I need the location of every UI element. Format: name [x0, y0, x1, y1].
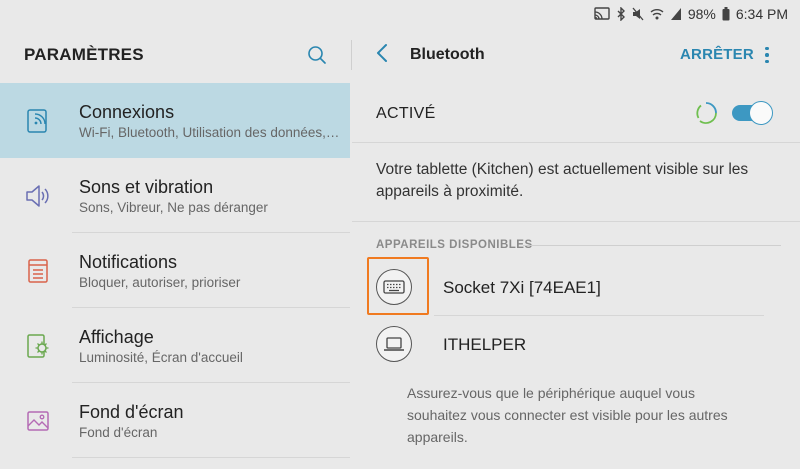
header-rule — [523, 245, 781, 246]
settings-menu: Connexions Wi-Fi, Bluetooth, Utilisation… — [0, 83, 350, 458]
scanning-spinner-icon — [694, 101, 718, 125]
search-icon — [307, 45, 327, 70]
more-dot — [765, 59, 769, 64]
menu-item-affichage[interactable]: Affichage Luminosité, Écran d'accueil — [0, 308, 350, 383]
menu-item-subtitle: Fond d'écran — [79, 425, 158, 440]
available-devices-header: APPAREILS DISPONIBLES — [376, 239, 533, 251]
stop-button[interactable]: ARRÊTER — [680, 46, 754, 63]
menu-item-subtitle: Sons, Vibreur, Ne pas déranger — [79, 200, 268, 215]
speaker-icon — [24, 182, 52, 210]
menu-divider — [72, 457, 350, 458]
bluetooth-status-icon — [616, 7, 626, 21]
settings-header: PARAMÈTRES — [0, 28, 350, 82]
page-title: PARAMÈTRES — [24, 45, 144, 64]
menu-item-title: Notifications — [79, 252, 178, 272]
menu-item-subtitle: Wi-Fi, Bluetooth, Utilisation des donnée… — [79, 125, 341, 140]
menu-item-title: Connexions — [79, 102, 175, 122]
clock: 6:34 PM — [735, 6, 788, 22]
notifications-icon — [24, 257, 52, 285]
signal-icon — [670, 7, 682, 21]
section-divider — [352, 221, 800, 222]
selection-highlight — [367, 257, 429, 315]
menu-item-fond-ecran[interactable]: Fond d'écran Fond d'écran — [0, 383, 350, 458]
device-item-ithelper[interactable]: ITHELPER — [352, 316, 800, 372]
menu-item-sons[interactable]: Sons et vibration Sons, Vibreur, Ne pas … — [0, 158, 350, 233]
battery-percent: 98% — [687, 6, 716, 22]
mute-icon — [632, 7, 644, 21]
cast-icon — [594, 7, 610, 21]
display-icon — [24, 332, 52, 360]
bluetooth-toggle-row[interactable]: ACTIVÉ — [352, 84, 800, 142]
menu-item-connexions[interactable]: Connexions Wi-Fi, Bluetooth, Utilisation… — [0, 83, 350, 158]
visibility-info: Votre tablette (Kitchen) est actuellemen… — [376, 161, 749, 200]
back-button[interactable] — [370, 43, 394, 67]
toggle-label: ACTIVÉ — [376, 105, 436, 122]
bluetooth-panel: Bluetooth ARRÊTER ACTIVÉ Votre tablette … — [352, 28, 800, 469]
wallpaper-icon — [24, 407, 52, 435]
toggle-knob — [749, 101, 773, 125]
device-name: ITHELPER — [443, 335, 527, 354]
section-divider — [352, 142, 800, 143]
status-icons: 98% 6:34 PM — [594, 4, 788, 24]
search-button[interactable] — [302, 42, 332, 72]
connections-icon — [24, 107, 52, 135]
menu-item-title: Fond d'écran — [79, 402, 184, 422]
menu-item-subtitle: Bloquer, autoriser, prioriser — [79, 275, 241, 290]
more-options-button[interactable] — [758, 42, 776, 68]
menu-item-notifications[interactable]: Notifications Bloquer, autoriser, priori… — [0, 233, 350, 308]
more-dot — [765, 53, 769, 57]
wifi-icon — [650, 7, 664, 21]
menu-item-subtitle: Luminosité, Écran d'accueil — [79, 350, 243, 365]
chevron-left-icon — [375, 43, 389, 68]
more-dot — [765, 46, 769, 51]
bluetooth-toggle[interactable] — [732, 101, 773, 125]
connection-hint: Assurez-vous que le périphérique auquel … — [407, 385, 728, 445]
laptop-icon — [376, 326, 412, 362]
menu-item-title: Affichage — [79, 327, 154, 347]
menu-item-title: Sons et vibration — [79, 177, 214, 197]
status-bar: 98% 6:34 PM — [0, 0, 800, 28]
panel-title: Bluetooth — [410, 46, 485, 63]
battery-icon — [722, 7, 730, 21]
device-name: Socket 7Xi [74EAE1] — [443, 278, 601, 297]
